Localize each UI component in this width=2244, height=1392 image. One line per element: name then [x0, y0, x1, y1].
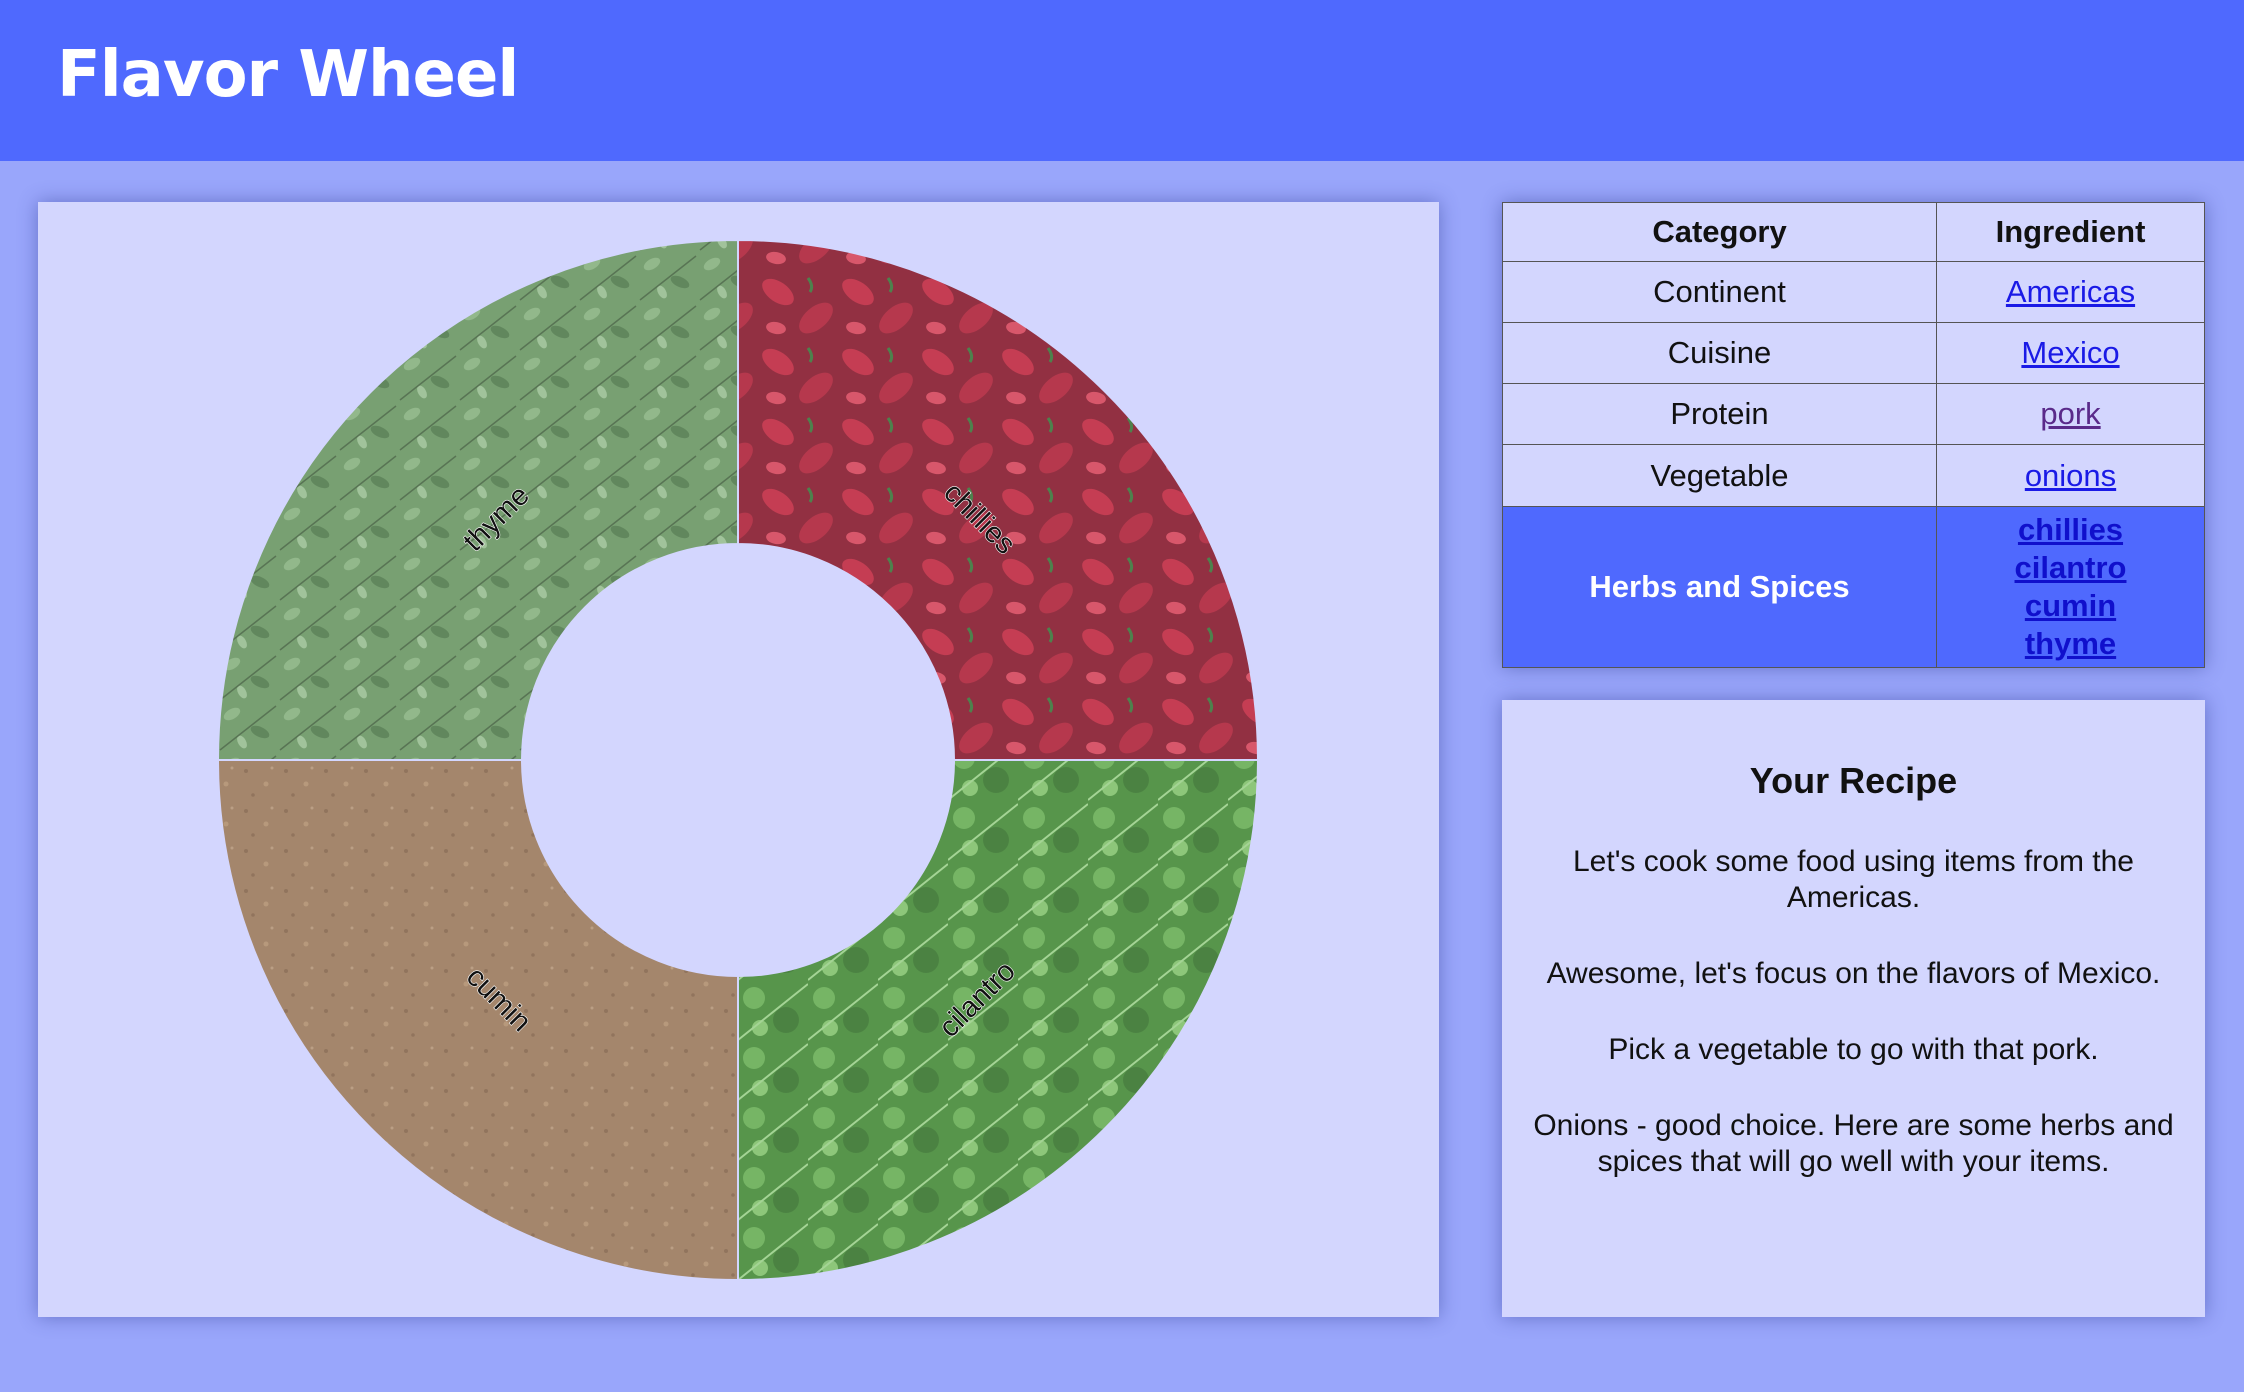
recipe-paragraph: Onions - good choice. Here are some herb…: [1533, 1109, 2174, 1178]
herb-link-chillies[interactable]: chillies: [1937, 511, 2204, 549]
active-table-row: Herbs and Spices chillies cilantro cumin…: [1502, 505, 2205, 669]
herb-links: chillies cilantro cumin thyme: [1936, 505, 2205, 669]
row-ingredient: onions: [1936, 444, 2205, 507]
ingredient-link-americas[interactable]: Americas: [2006, 274, 2135, 309]
ingredient-link-onions[interactable]: onions: [2025, 458, 2116, 493]
recipe-text: Let's cook some food using items from th…: [1532, 844, 2175, 1180]
table-row: Vegetable onions: [1502, 444, 2205, 507]
app-header: Flavor Wheel: [0, 0, 2244, 161]
app-title: Flavor Wheel: [57, 38, 519, 112]
row-category: Vegetable: [1502, 444, 1937, 507]
ingredient-table-panel: Category Ingredient Continent Americas C…: [1502, 202, 2205, 669]
ingredient-table: Category Ingredient Continent Americas C…: [1502, 202, 2205, 669]
table-header-row: Category Ingredient: [1502, 202, 2205, 262]
ingredient-link-pork[interactable]: pork: [2040, 396, 2100, 431]
ingredient-link-mexico[interactable]: Mexico: [2021, 335, 2119, 370]
recipe-title: Your Recipe: [1749, 760, 1958, 801]
table-row: Cuisine Mexico: [1502, 322, 2205, 385]
herb-link-thyme[interactable]: thyme: [1937, 625, 2204, 663]
row-category: Cuisine: [1502, 322, 1937, 385]
flavor-wheel-panel: thyme chillies cilantro cumin: [38, 202, 1439, 1317]
herb-link-cumin[interactable]: cumin: [1937, 587, 2204, 625]
row-ingredient: Mexico: [1936, 322, 2205, 385]
recipe-panel: Your Recipe Let's cook some food using i…: [1502, 700, 2205, 1317]
active-row-category: Herbs and Spices: [1502, 505, 1937, 669]
recipe-paragraph: Let's cook some food using items from th…: [1573, 845, 2134, 914]
row-category: Continent: [1502, 260, 1937, 324]
ingredient-header: Ingredient: [1936, 202, 2205, 262]
wheel-center-hole: [522, 544, 954, 976]
row-ingredient: pork: [1936, 383, 2205, 446]
row-ingredient: Americas: [1936, 260, 2205, 324]
recipe-paragraph: Awesome, let's focus on the flavors of M…: [1546, 957, 2161, 990]
row-category: Protein: [1502, 383, 1937, 446]
category-header: Category: [1502, 202, 1937, 262]
table-row: Continent Americas: [1502, 260, 2205, 324]
table-row: Protein pork: [1502, 383, 2205, 446]
herb-link-cilantro[interactable]: cilantro: [1937, 549, 2204, 587]
recipe-paragraph: Pick a vegetable to go with that pork.: [1608, 1033, 2099, 1066]
flavor-wheel: thyme chilliescilantrocumin: [216, 238, 1260, 1282]
